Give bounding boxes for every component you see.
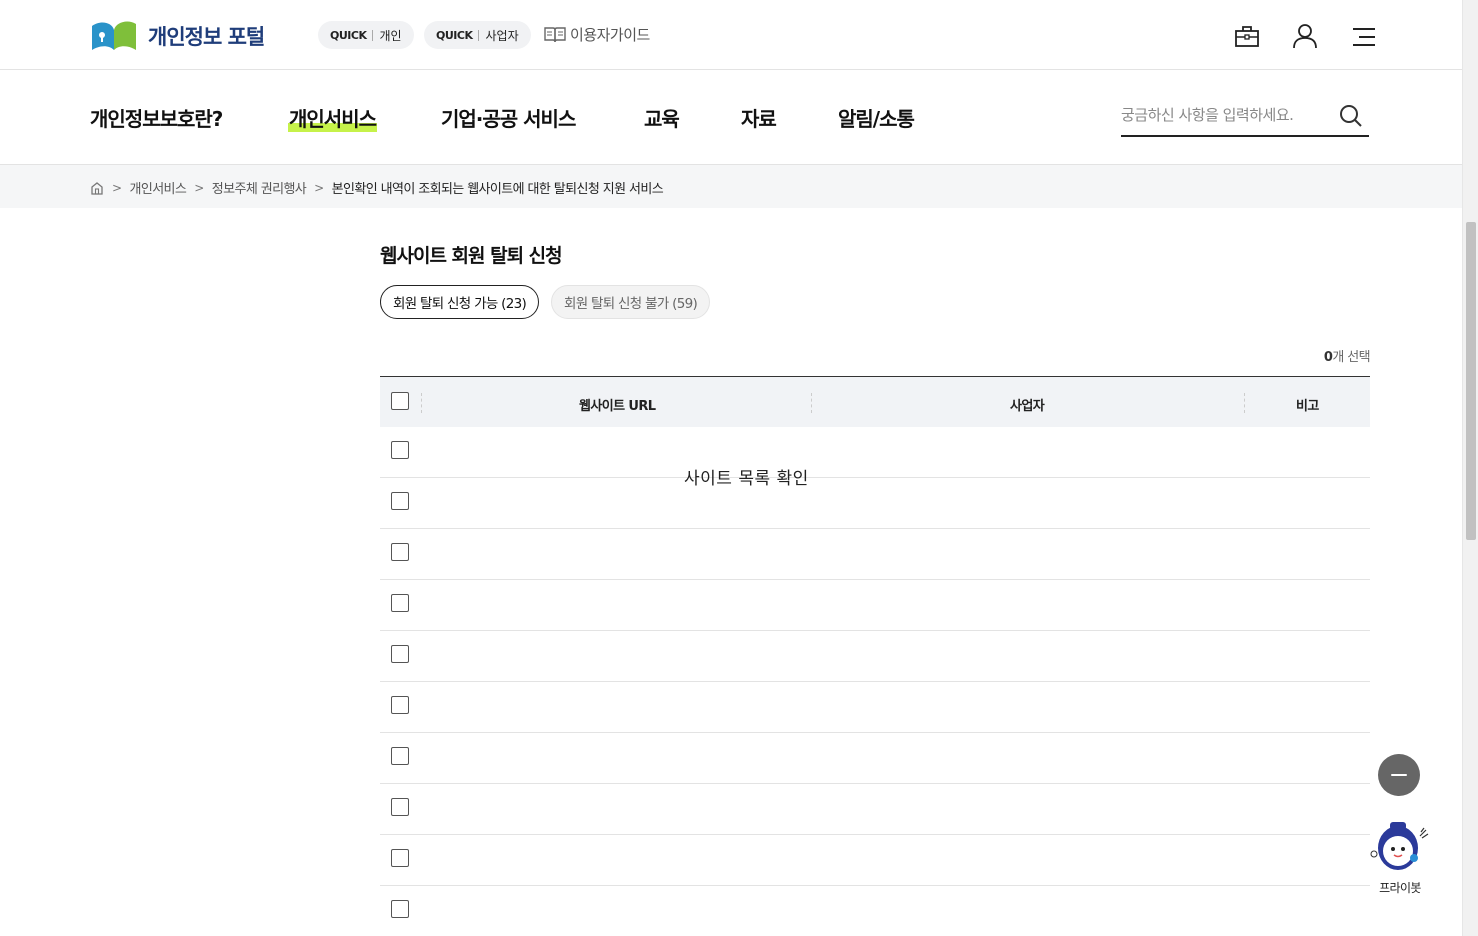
column-divider [811, 393, 812, 413]
selected-count: 0개 선택 [1324, 346, 1371, 365]
column-divider [1244, 393, 1245, 413]
table-row [380, 784, 1370, 835]
chevron-right-icon: > [314, 180, 324, 195]
table-row [380, 886, 1370, 936]
chevron-right-icon: > [112, 180, 122, 195]
table-row [380, 631, 1370, 682]
search-icon[interactable] [1339, 104, 1363, 128]
chevron-right-icon: > [194, 180, 204, 195]
site-logo[interactable]: 개인정보 포털 [90, 20, 265, 52]
bag-icon[interactable] [1233, 22, 1261, 50]
page-scrollbar[interactable] [1462, 0, 1478, 936]
quick-personal-label: 개인 [379, 28, 402, 43]
scrollbar-thumb[interactable] [1466, 222, 1476, 540]
row-checkbox[interactable] [391, 492, 409, 510]
table-row [380, 682, 1370, 733]
quick-personal-button[interactable]: QUICK 개인 [318, 21, 414, 49]
book-icon [544, 26, 566, 42]
user-icon[interactable] [1291, 22, 1319, 50]
quick-business-button[interactable]: QUICK 사업자 [424, 21, 531, 49]
nav-item-business-public[interactable]: 기업·공공 서비스 [441, 103, 576, 132]
table-row [380, 835, 1370, 886]
empty-message: 사이트 목록 확인 [684, 469, 809, 489]
nav-item-resources[interactable]: 자료 [741, 103, 777, 132]
column-header-business: 사업자 [1010, 399, 1045, 414]
row-checkbox[interactable] [391, 441, 409, 459]
chatbot-label: 프라이봇 [1379, 881, 1421, 895]
logo-icon [92, 21, 136, 50]
table-row [380, 478, 1370, 529]
breadcrumb-bar: > 개인서비스 > 정보주체 권리행사 > 본인확인 내역이 조회되는 웹사이트… [0, 165, 1462, 208]
breadcrumb-current: 본인확인 내역이 조회되는 웹사이트에 대한 탈퇴신청 지원 서비스 [331, 182, 664, 197]
column-divider [421, 393, 422, 413]
column-header-url: 웹사이트 URL [579, 399, 656, 414]
divider [372, 29, 374, 41]
nav-item-personal-service[interactable]: 개인서비스 [288, 103, 377, 132]
search-input[interactable] [1121, 100, 1331, 130]
table-header: 웹사이트 URL 사업자 비고 [380, 377, 1370, 427]
top-bar: 개인정보 포털 QUICK 개인 QUICK 사업자 이용자가이드 [0, 0, 1462, 70]
quick-tag: QUICK [436, 28, 473, 42]
collapse-button[interactable] [1378, 754, 1420, 796]
tab-unavailable[interactable]: 회원 탈퇴 신청 불가 (59) [551, 285, 711, 319]
table-row [380, 529, 1370, 580]
home-icon[interactable] [90, 181, 104, 195]
breadcrumb-item-personal-service[interactable]: 개인서비스 [129, 178, 186, 197]
quick-tag: QUICK [330, 28, 367, 42]
minus-icon [1391, 773, 1407, 777]
nav-item-privacy-intro[interactable]: 개인정보보호란? [90, 103, 223, 132]
nav-item-notice[interactable]: 알림/소통 [838, 103, 915, 132]
breadcrumb-item-rights[interactable]: 정보주체 권리행사 [212, 178, 307, 197]
menu-icon[interactable] [1349, 22, 1377, 50]
row-checkbox[interactable] [391, 849, 409, 867]
search-box [1121, 100, 1369, 137]
row-checkbox[interactable] [391, 900, 409, 918]
row-checkbox[interactable] [391, 594, 409, 612]
logo-text: 개인정보 포털 [148, 25, 265, 49]
row-checkbox[interactable] [391, 798, 409, 816]
row-checkbox[interactable] [391, 645, 409, 663]
quick-business-label: 사업자 [485, 28, 519, 43]
divider [478, 29, 480, 41]
table-row [380, 733, 1370, 784]
row-checkbox[interactable] [391, 543, 409, 561]
row-checkbox[interactable] [391, 696, 409, 714]
table-body [380, 427, 1370, 936]
breadcrumb: > 개인서비스 > 정보주체 권리행사 > 본인확인 내역이 조회되는 웹사이트… [90, 178, 664, 197]
row-checkbox[interactable] [391, 747, 409, 765]
page-title: 웹사이트 회원 탈퇴 신청 [380, 245, 563, 267]
select-all-checkbox[interactable] [391, 392, 409, 410]
site-table: 웹사이트 URL 사업자 비고 [380, 376, 1370, 936]
user-guide-label: 이용자가이드 [570, 26, 650, 44]
table-row [380, 580, 1370, 631]
tab-available[interactable]: 회원 탈퇴 신청 가능 (23) [380, 285, 540, 319]
column-header-note: 비고 [1296, 399, 1319, 414]
nav-item-education[interactable]: 교육 [644, 103, 680, 132]
user-guide-link[interactable]: 이용자가이드 [544, 24, 650, 45]
main-navigation: 개인정보보호란? 개인서비스 기업·공공 서비스 교육 자료 알림/소통 [0, 70, 1462, 165]
table-row [380, 427, 1370, 478]
selected-count-suffix: 개 선택 [1332, 350, 1370, 365]
